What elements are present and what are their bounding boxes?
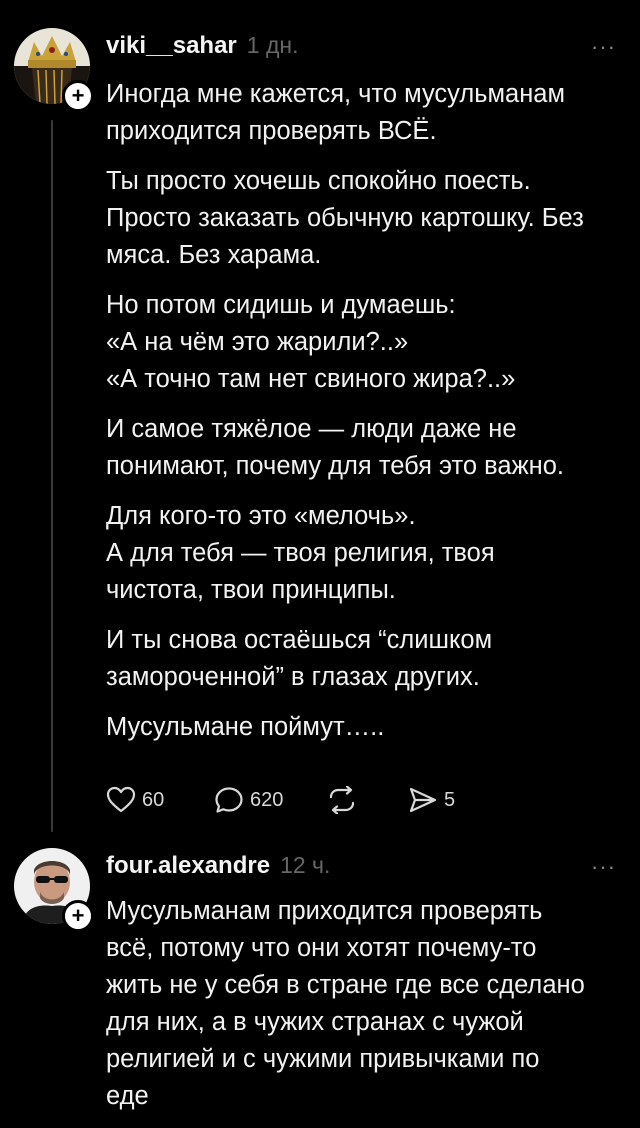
post-paragraph: Ты просто хочешь спокойно поесть. Просто… [106,167,584,269]
comment-bubble-icon [215,787,243,813]
follow-plus-icon[interactable]: + [62,900,94,932]
like-button[interactable]: 60 [106,786,214,814]
heart-icon [106,786,136,813]
share-button[interactable]: 5 [408,786,455,814]
post-text: Мусульманам приходится проверять всё, по… [106,893,616,1128]
more-options-icon[interactable]: ··· [591,34,616,60]
repost-button[interactable] [326,786,408,814]
post-paragraph: Мусульманам приходится проверять всё, по… [106,897,585,1110]
post-paragraph: Мусульмане поймут….. [106,713,385,741]
post-header: viki__sahar 1 дн. [106,32,610,68]
share-count: 5 [444,788,456,811]
repost-icon [329,786,355,814]
username[interactable]: four.alexandre [106,852,270,880]
action-bar: 60 620 5 [106,780,455,820]
comment-count: 620 [250,788,284,811]
username[interactable]: viki__sahar [106,32,237,60]
post-paragraph: Но потом сидишь и думаешь: «А на чём это… [106,291,516,393]
post-header: four.alexandre 12 ч. [106,852,610,888]
post-paragraph: И ты снова остаёшься “слишком замороченн… [106,626,493,691]
post-paragraph: Для кого-то это «мелочь». А для тебя — т… [106,502,495,604]
timestamp: 12 ч. [280,852,331,878]
post-paragraph: И самое тяжёлое — люди даже не понимают,… [106,415,565,480]
thread-line [51,120,53,832]
follow-plus-icon[interactable]: + [62,80,94,112]
avatar[interactable]: + [14,848,94,932]
comment-button[interactable]: 620 [214,786,326,814]
more-options-icon[interactable]: ··· [591,854,616,880]
send-icon [409,787,437,813]
post-paragraph: Иногда мне кажется, что мусульманам прих… [106,80,566,145]
like-count: 60 [142,788,165,811]
avatar[interactable]: + [14,28,94,112]
post-text: Иногда мне кажется, что мусульманам прих… [106,76,616,759]
timestamp: 1 дн. [246,32,299,58]
